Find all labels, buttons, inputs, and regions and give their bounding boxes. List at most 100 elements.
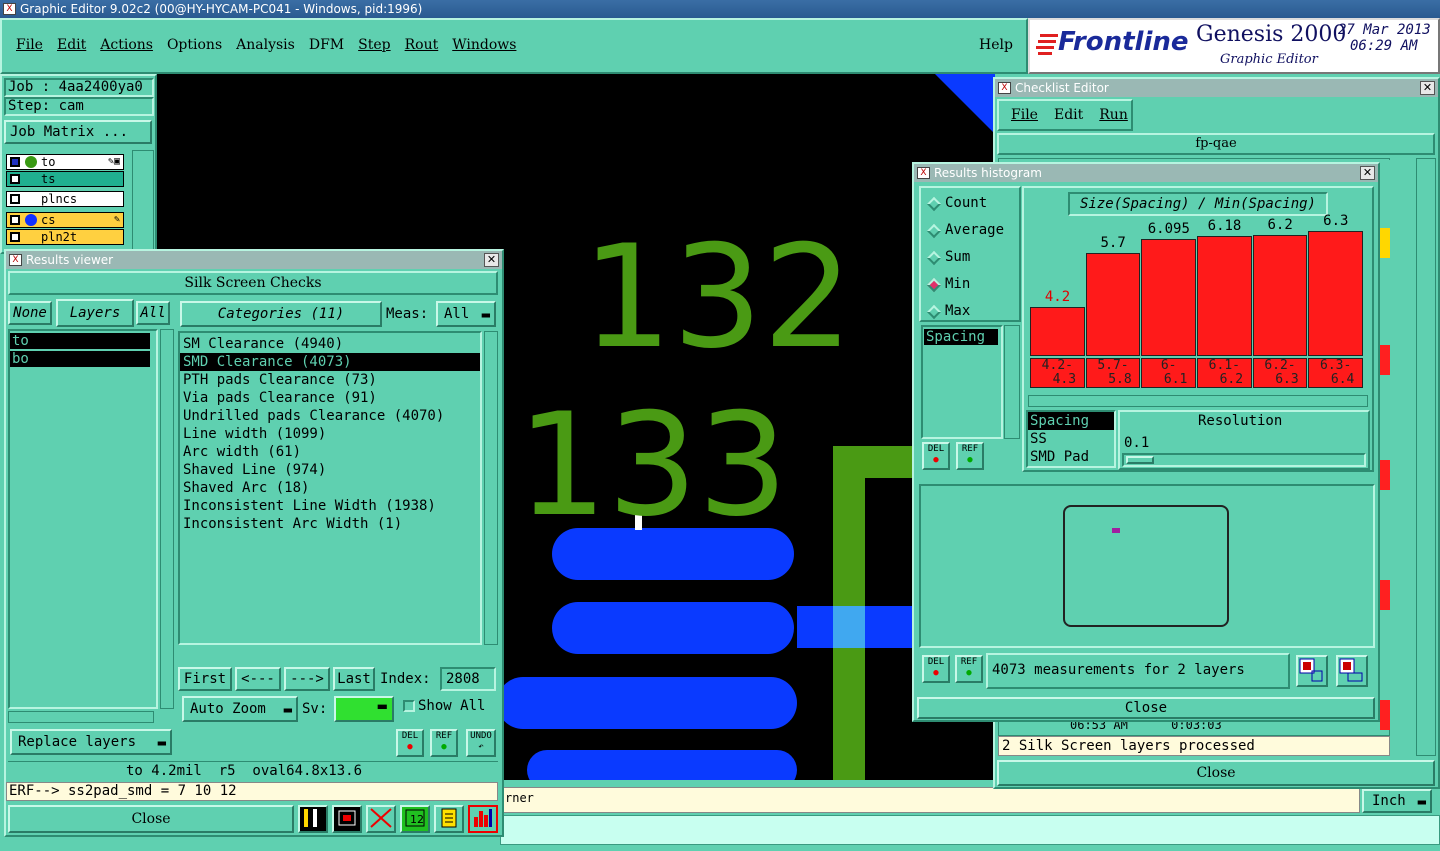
histogram-bin-label[interactable]: 6.2- 6.3 bbox=[1252, 358, 1308, 388]
resolution-slider[interactable] bbox=[1122, 453, 1366, 467]
prev-button[interactable]: <--- bbox=[235, 667, 281, 691]
histogram-bar[interactable] bbox=[1252, 235, 1308, 356]
tool-count-button[interactable]: 12 bbox=[400, 805, 430, 833]
histogram-list-scrollbar[interactable] bbox=[1004, 325, 1020, 439]
category-item[interactable]: PTH pads Clearance (73) bbox=[180, 371, 480, 389]
menu-options[interactable]: Options bbox=[167, 37, 222, 53]
none-button[interactable]: None bbox=[8, 301, 52, 325]
measure-smd-pad[interactable]: SMD Pad bbox=[1028, 448, 1114, 466]
histogram-del-button[interactable]: DEL ● bbox=[922, 442, 950, 470]
histogram-bin-label[interactable]: 6- 6.1 bbox=[1141, 358, 1196, 388]
layers-button[interactable]: Layers bbox=[56, 299, 134, 327]
menu-analysis[interactable]: Analysis bbox=[236, 37, 295, 53]
category-item[interactable]: Undrilled pads Clearance (4070) bbox=[180, 407, 480, 425]
category-item[interactable]: Line width (1099) bbox=[180, 425, 480, 443]
histogram-bar[interactable] bbox=[1030, 307, 1085, 356]
tool-measure-button[interactable] bbox=[298, 805, 328, 833]
radio-count[interactable] bbox=[926, 196, 942, 212]
rv-ref-button[interactable]: REF ● bbox=[430, 729, 458, 757]
layer-plncs[interactable]: plncs bbox=[6, 191, 124, 207]
menu-help[interactable]: Help bbox=[979, 37, 1013, 53]
rv-layer-scrollbar[interactable] bbox=[160, 329, 174, 709]
import-icon-button[interactable] bbox=[1336, 655, 1368, 687]
categories-scrollbar[interactable] bbox=[484, 331, 498, 645]
category-item[interactable]: Via pads Clearance (91) bbox=[180, 389, 480, 407]
layer-pln2t-checkbox[interactable] bbox=[10, 232, 20, 242]
histogram-bin-label[interactable]: 4.2- 4.3 bbox=[1030, 358, 1085, 388]
radio-max[interactable] bbox=[926, 304, 942, 320]
menu-edit[interactable]: Edit bbox=[57, 37, 86, 53]
histogram-bar[interactable] bbox=[1085, 253, 1141, 356]
layer-pln2t[interactable]: pln2t bbox=[6, 229, 124, 245]
meas-selector[interactable]: All ▬ bbox=[436, 301, 496, 327]
categories-button[interactable]: Categories (11) bbox=[180, 301, 382, 327]
first-button[interactable]: First bbox=[178, 667, 232, 691]
export-icon-button[interactable] bbox=[1296, 655, 1328, 687]
last-button[interactable]: Last bbox=[333, 667, 375, 691]
tool-ref-off-button[interactable] bbox=[366, 805, 396, 833]
layer-ts[interactable]: ts bbox=[6, 171, 124, 187]
rv-layer-bo[interactable]: bo bbox=[10, 351, 150, 367]
index-input[interactable]: 2808 bbox=[440, 667, 496, 691]
mode-min[interactable]: Min bbox=[921, 271, 1019, 298]
category-item[interactable]: Shaved Line (974) bbox=[180, 461, 480, 479]
rv-layer-h-scrollbar[interactable] bbox=[8, 711, 154, 723]
layer-to-checkbox[interactable] bbox=[10, 157, 20, 167]
histogram-bin-label[interactable]: 6.1- 6.2 bbox=[1197, 358, 1252, 388]
histogram-bin-label[interactable]: 5.7- 5.8 bbox=[1085, 358, 1141, 388]
histogram-bar[interactable] bbox=[1141, 239, 1196, 356]
histogram-close-button[interactable]: Close bbox=[917, 697, 1375, 719]
mode-count[interactable]: Count bbox=[921, 190, 1019, 217]
checklist-close-button[interactable]: Close bbox=[997, 760, 1435, 786]
rv-close-button[interactable]: Close bbox=[8, 805, 294, 833]
mode-sum[interactable]: Sum bbox=[921, 244, 1019, 271]
resolution-slider-thumb[interactable] bbox=[1126, 456, 1154, 464]
measure-spacing[interactable]: Spacing bbox=[1028, 412, 1114, 430]
layer-list-scrollbar[interactable] bbox=[132, 150, 154, 250]
histogram-h-scrollbar[interactable] bbox=[1028, 395, 1368, 407]
checklist-menu-file[interactable]: File bbox=[1011, 107, 1038, 129]
rv-layer-to[interactable]: to bbox=[10, 333, 150, 349]
tool-histogram-button[interactable] bbox=[468, 805, 498, 833]
category-item[interactable]: Arc width (61) bbox=[180, 443, 480, 461]
layer-cs-checkbox[interactable] bbox=[10, 215, 20, 225]
menu-windows[interactable]: Windows bbox=[452, 37, 516, 53]
all-layers-button[interactable]: All bbox=[136, 301, 170, 325]
menu-rout[interactable]: Rout bbox=[405, 37, 439, 53]
mode-max[interactable]: Max bbox=[921, 298, 1019, 325]
measure-ss[interactable]: SS bbox=[1028, 430, 1114, 448]
layer-to[interactable]: to ✎▣ bbox=[6, 154, 124, 170]
sv-color-selector[interactable]: ▬ bbox=[334, 696, 394, 722]
rv-undo-button[interactable]: UNDO ↶ bbox=[466, 729, 496, 757]
menu-dfm[interactable]: DFM bbox=[309, 37, 344, 53]
category-item[interactable]: Inconsistent Arc Width (1) bbox=[180, 515, 480, 533]
histogram-bar[interactable] bbox=[1308, 231, 1363, 356]
layer-ts-checkbox[interactable] bbox=[10, 174, 20, 184]
auto-zoom-selector[interactable]: Auto Zoom ▬ bbox=[182, 696, 298, 722]
checklist-scrollbar[interactable] bbox=[1416, 158, 1436, 756]
rv-del-button[interactable]: DEL ● bbox=[396, 729, 424, 757]
mode-average[interactable]: Average bbox=[921, 217, 1019, 244]
close-icon[interactable]: ✕ bbox=[484, 253, 499, 267]
histogram-ref-button[interactable]: REF ● bbox=[956, 442, 984, 470]
job-matrix-button[interactable]: Job Matrix ... bbox=[4, 120, 152, 144]
radio-average[interactable] bbox=[926, 223, 942, 239]
tool-highlight-button[interactable] bbox=[332, 805, 362, 833]
replace-layers-selector[interactable]: Replace layers ▬ bbox=[10, 729, 172, 755]
radio-min[interactable] bbox=[926, 277, 942, 293]
layer-cs[interactable]: cs ✎ bbox=[6, 212, 124, 228]
layer-plncs-checkbox[interactable] bbox=[10, 194, 20, 204]
histogram-bar[interactable] bbox=[1197, 236, 1252, 356]
category-item[interactable]: Shaved Arc (18) bbox=[180, 479, 480, 497]
histogram-list-spacing[interactable]: Spacing bbox=[924, 329, 998, 345]
preview-del-button[interactable]: DEL ● bbox=[922, 655, 950, 683]
category-item[interactable]: SM Clearance (4940) bbox=[180, 335, 480, 353]
show-all-checkbox[interactable] bbox=[403, 700, 415, 712]
close-icon[interactable]: ✕ bbox=[1360, 166, 1375, 180]
next-button[interactable]: ---> bbox=[284, 667, 330, 691]
units-selector[interactable]: Inch ▬ bbox=[1362, 789, 1432, 813]
category-item[interactable]: Inconsistent Line Width (1938) bbox=[180, 497, 480, 515]
menu-file[interactable]: File bbox=[16, 37, 43, 53]
menu-actions[interactable]: Actions bbox=[100, 37, 153, 53]
radio-sum[interactable] bbox=[926, 250, 942, 266]
